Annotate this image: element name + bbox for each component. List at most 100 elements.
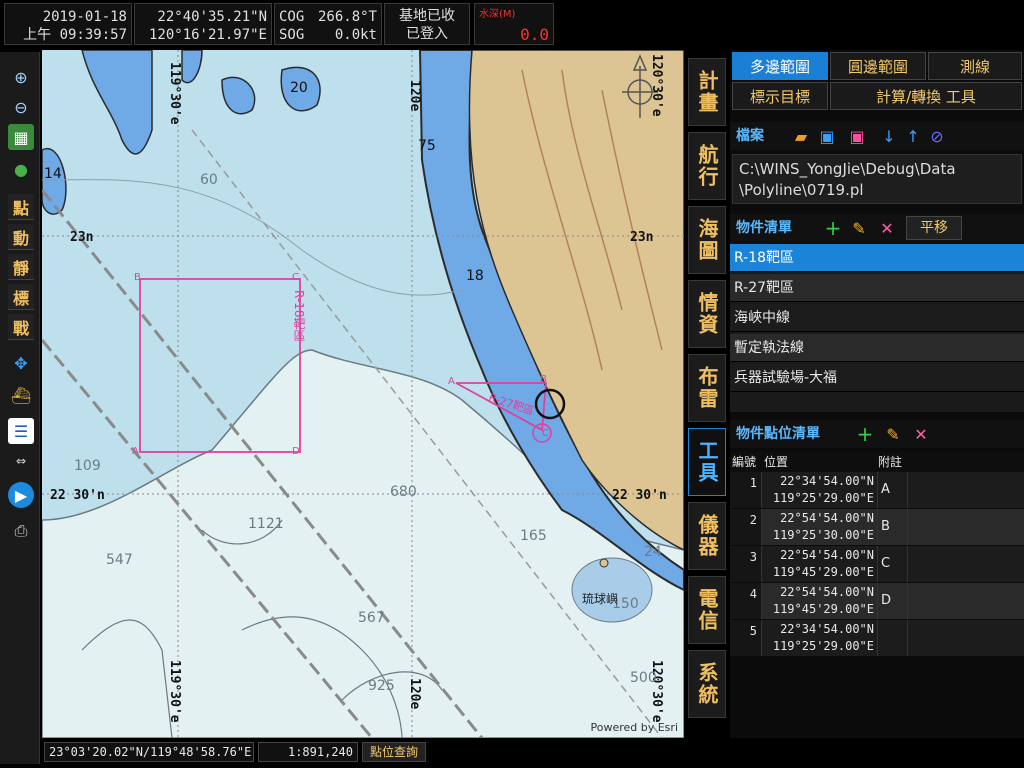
pan-button[interactable]: 平移 bbox=[906, 216, 962, 240]
tab-system[interactable]: 系統 bbox=[688, 650, 726, 718]
point-number: 1 bbox=[730, 472, 762, 508]
table-row[interactable]: 3 22°54'54.00"N 119°45'29.00"E C bbox=[730, 546, 1024, 582]
arrow-up-icon[interactable]: ↑ bbox=[902, 125, 924, 147]
tab-plan[interactable]: 計畫 bbox=[688, 58, 726, 126]
tool-battle[interactable]: 戰 bbox=[8, 314, 34, 340]
depth-label: 547 bbox=[106, 552, 133, 568]
tab-chart[interactable]: 海圖 bbox=[688, 206, 726, 274]
clear-icon[interactable]: ⊘ bbox=[926, 125, 948, 147]
add-icon[interactable]: + bbox=[822, 216, 844, 240]
ship-icon[interactable]: ⛴ bbox=[8, 382, 34, 408]
col-note: 附註 bbox=[878, 455, 903, 469]
table-row[interactable]: 4 22°54'54.00"N 119°45'29.00"E D bbox=[730, 583, 1024, 619]
cog-label: COG bbox=[279, 9, 305, 25]
tab-polygon-range[interactable]: 多邊範圍 bbox=[732, 52, 828, 80]
depth-label: 680 bbox=[390, 484, 417, 500]
tab-mark-target[interactable]: 標示目標 bbox=[732, 82, 828, 110]
time-text: 上午 09:39:57 bbox=[23, 27, 127, 43]
tab-calc-convert-tools[interactable]: 計算/轉換 工具 bbox=[830, 82, 1022, 110]
col-position: 位置 bbox=[764, 455, 789, 469]
point-position: 22°54'54.00"N 119°25'30.00"E bbox=[762, 509, 878, 545]
grid-label-bottom-mid: 120e bbox=[407, 678, 422, 710]
base-status-box: 基地已收 已登入 bbox=[384, 3, 470, 45]
chart-map[interactable]: 119°30'e 120e 120°30'e 119°30'e 120e 120… bbox=[42, 50, 684, 738]
point-note: B bbox=[878, 509, 908, 545]
tab-survey-line[interactable]: 測線 bbox=[928, 52, 1022, 80]
depth-label: 14 bbox=[44, 166, 62, 182]
place-label: 琉球嶼 bbox=[582, 592, 619, 606]
point-position: 22°34'54.00"N 119°25'29.00"E bbox=[762, 620, 878, 656]
depth-label: 20 bbox=[290, 80, 308, 96]
grid-label-top-right: 120°30'e bbox=[649, 54, 664, 117]
tab-tools[interactable]: 工具 bbox=[688, 428, 726, 496]
polygon-label: R-18靶區 bbox=[292, 290, 306, 342]
add-point-icon[interactable]: + bbox=[854, 422, 876, 446]
delete-icon[interactable]: ✕ bbox=[876, 217, 898, 239]
file-path-line2: \Polyline\0719.pl bbox=[739, 181, 864, 199]
col-no: 編號 bbox=[732, 455, 757, 469]
point-position: 22°34'54.00"N 119°25'29.00"E bbox=[762, 472, 878, 508]
zoom-in-icon[interactable]: ⊕ bbox=[8, 64, 34, 90]
print-icon[interactable]: ⎙ bbox=[8, 518, 34, 544]
save-icon[interactable]: ▣ bbox=[816, 125, 838, 147]
pan-arrows-icon[interactable]: ✥ bbox=[8, 350, 34, 376]
delete-point-icon[interactable]: ✕ bbox=[910, 423, 932, 445]
list-item[interactable]: R-18靶區 bbox=[730, 244, 1024, 272]
list-item[interactable]: 海峽中線 bbox=[730, 304, 1024, 332]
vertex-label: C bbox=[292, 272, 299, 283]
tab-telecom[interactable]: 電信 bbox=[688, 576, 726, 644]
point-list-label: 物件點位清單 bbox=[736, 426, 820, 442]
point-number: 5 bbox=[730, 620, 762, 656]
tools-panel: 多邊範圍 圓邊範圍 測線 標示目標 計算/轉換 工具 檔案 ▰ ▣ ▣ ↓ ↑ … bbox=[730, 50, 1024, 738]
object-list-label: 物件清單 bbox=[736, 220, 792, 236]
map-canvas bbox=[42, 50, 684, 738]
zoom-out-icon[interactable]: ⊖ bbox=[8, 94, 34, 120]
depth-value: 0.0 bbox=[520, 25, 549, 44]
table-row[interactable]: 2 22°54'54.00"N 119°25'30.00"E B bbox=[730, 509, 1024, 545]
cog-value: 266.8°T bbox=[317, 9, 377, 25]
grid-label-2230n-right: 22 30'n bbox=[612, 488, 667, 503]
full-extent-icon[interactable]: ▦ bbox=[8, 124, 34, 150]
map-scale: 1:891,240 bbox=[258, 742, 358, 762]
point-note: D bbox=[878, 583, 908, 619]
depth-label: 60 bbox=[200, 172, 218, 188]
ruler-icon[interactable]: ⇔ bbox=[8, 448, 34, 474]
datetime-box: 2019-01-18 上午 09:39:57 bbox=[4, 3, 132, 45]
point-lat: 22°34'54.00"N bbox=[780, 622, 874, 636]
point-lon: 119°25'30.00"E bbox=[772, 528, 874, 542]
save-as-icon[interactable]: ▣ bbox=[846, 125, 868, 147]
list-item[interactable]: 兵器試驗場-大福 bbox=[730, 364, 1024, 392]
point-note: C bbox=[878, 546, 908, 582]
open-folder-icon[interactable]: ▰ bbox=[790, 125, 812, 147]
tool-mark[interactable]: 標 bbox=[8, 284, 34, 310]
sog-value: 0.0kt bbox=[334, 27, 377, 43]
point-number: 4 bbox=[730, 583, 762, 619]
edit-pencil-icon[interactable]: ✎ bbox=[848, 217, 870, 239]
file-path-box: C:\WINS_YongJie\Debug\Data \Polyline\071… bbox=[732, 154, 1022, 204]
course-speed-box: COG 266.8°T SOG 0.0kt bbox=[274, 3, 382, 45]
point-lon: 119°25'29.00"E bbox=[772, 639, 874, 653]
tool-point[interactable]: 點 bbox=[8, 194, 34, 220]
list-icon[interactable]: ☰ bbox=[8, 418, 34, 444]
play-icon[interactable]: ▶ bbox=[8, 482, 34, 508]
arrow-down-icon[interactable]: ↓ bbox=[878, 125, 900, 147]
tab-intel[interactable]: 情資 bbox=[688, 280, 726, 348]
tab-minelaying[interactable]: 布雷 bbox=[688, 354, 726, 422]
tab-instruments[interactable]: 儀器 bbox=[688, 502, 726, 570]
tool-static[interactable]: 靜 bbox=[8, 254, 34, 280]
base-status-line1: 基地已收 bbox=[399, 8, 455, 24]
table-row[interactable]: 1 22°34'54.00"N 119°25'29.00"E A bbox=[730, 472, 1024, 508]
tab-navigation[interactable]: 航行 bbox=[688, 132, 726, 200]
longitude-text: 120°16'21.97"E bbox=[148, 27, 267, 43]
depth-label: 1121 bbox=[248, 516, 284, 532]
depth-box: 水深(M) 0.0 bbox=[474, 3, 554, 45]
tab-circle-range[interactable]: 圓邊範圍 bbox=[830, 52, 926, 80]
table-row[interactable]: 5 22°34'54.00"N 119°25'29.00"E bbox=[730, 620, 1024, 656]
edit-point-icon[interactable]: ✎ bbox=[882, 423, 904, 445]
list-item[interactable]: R-27靶區 bbox=[730, 274, 1024, 302]
globe-icon[interactable]: ● bbox=[8, 156, 34, 182]
list-item[interactable]: 暫定執法線 bbox=[730, 334, 1024, 362]
file-path-line1: C:\WINS_YongJie\Debug\Data bbox=[739, 160, 956, 178]
tool-dynamic[interactable]: 動 bbox=[8, 224, 34, 250]
position-query-button[interactable]: 點位查詢 bbox=[362, 742, 426, 762]
